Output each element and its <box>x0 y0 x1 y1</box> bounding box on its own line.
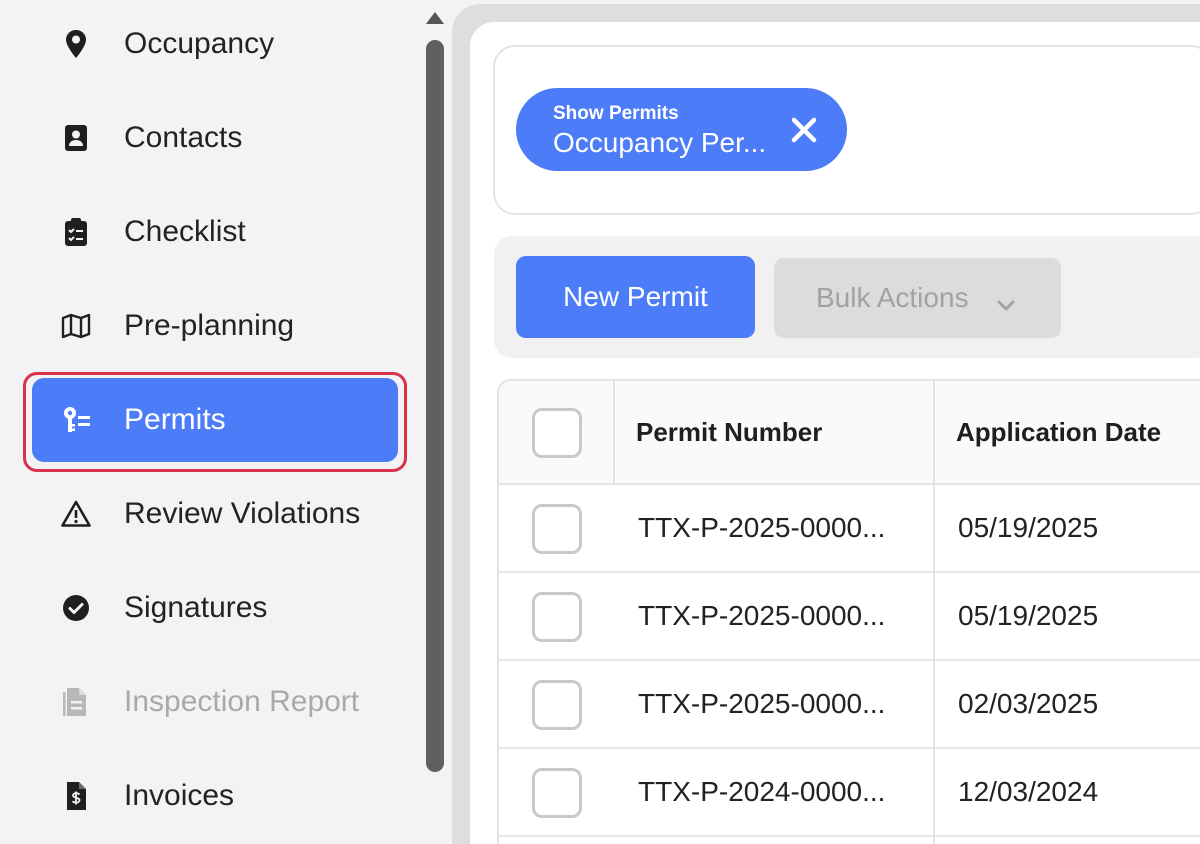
new-permit-button[interactable]: New Permit <box>516 256 755 338</box>
table-row[interactable]: TTX-P-2024-0000... 12/03/2024 <box>499 749 1200 837</box>
permit-number-cell[interactable]: TTX-P-2025-0000... <box>638 512 885 544</box>
application-date-cell: 02/03/2025 <box>958 688 1099 719</box>
invoice-dollar-icon <box>58 778 94 814</box>
application-date-cell: 12/03/2024 <box>958 776 1099 807</box>
sidebar-item-label: Contacts <box>124 121 243 154</box>
row-checkbox[interactable] <box>532 680 582 730</box>
filter-chip-show-permits[interactable]: Show Permits Occupancy Per... <box>516 88 847 171</box>
sidebar-item-label: Review Violations <box>124 497 361 530</box>
column-header-application-date[interactable]: Application Date <box>956 417 1161 448</box>
chevron-down-icon <box>996 288 1016 320</box>
filter-chip-caption: Show Permits <box>553 103 679 124</box>
sidebar-item-label: Inspection Report <box>124 685 360 718</box>
sidebar-item-checklist[interactable]: Checklist <box>32 190 398 274</box>
contact-card-icon <box>58 120 94 156</box>
sidebar: Occupancy Contacts Checklist Pre-plannin… <box>0 0 420 844</box>
scrollbar-thumb[interactable] <box>426 40 444 772</box>
sidebar-item-label: Occupancy <box>124 27 275 60</box>
select-all-checkbox[interactable] <box>532 408 582 458</box>
table-row[interactable]: TTX-P-2025-0000... 05/19/2025 <box>499 485 1200 573</box>
permits-table: Permit Number Application Date TTX-P-202… <box>497 379 1200 844</box>
column-divider <box>613 381 615 485</box>
application-date-cell: 05/19/2025 <box>958 512 1099 543</box>
scroll-up-arrow-icon[interactable] <box>426 12 444 24</box>
check-circle-icon <box>58 590 94 626</box>
sidebar-item-label: Pre-planning <box>124 309 295 342</box>
sidebar-item-review-violations[interactable]: Review Violations <box>32 472 398 556</box>
document-icon <box>58 684 94 720</box>
sidebar-item-permits[interactable]: Permits <box>32 378 398 462</box>
permit-number-cell[interactable]: TTX-P-2025-0000... <box>638 600 885 632</box>
bulk-actions-label: Bulk Actions <box>816 282 969 313</box>
row-checkbox[interactable] <box>532 504 582 554</box>
clipboard-checklist-icon <box>58 214 94 250</box>
sidebar-item-label: Invoices <box>124 779 235 812</box>
permit-number-cell[interactable]: TTX-P-2024-0000... <box>638 776 885 808</box>
sidebar-item-occupancy[interactable]: Occupancy <box>32 2 398 86</box>
bulk-actions-button: Bulk Actions <box>774 258 1061 338</box>
column-header-permit-number[interactable]: Permit Number <box>636 417 822 448</box>
table-row[interactable]: TTX-P-2025-0000... 02/03/2025 <box>499 661 1200 749</box>
row-checkbox[interactable] <box>532 592 582 642</box>
key-list-icon <box>58 402 94 438</box>
sidebar-item-invoices[interactable]: Invoices <box>32 754 398 838</box>
table-row[interactable]: TTX-P-2025-0000... 05/19/2025 <box>499 573 1200 661</box>
close-icon[interactable] <box>784 110 824 150</box>
column-divider <box>933 381 935 844</box>
sidebar-item-label: Checklist <box>124 215 246 248</box>
sidebar-item-signatures[interactable]: Signatures <box>32 566 398 650</box>
sidebar-item-contacts[interactable]: Contacts <box>32 96 398 180</box>
map-pin-icon <box>58 26 94 62</box>
permit-number-cell[interactable]: TTX-P-2025-0000... <box>638 688 885 720</box>
application-date-cell: 05/19/2025 <box>958 600 1099 631</box>
sidebar-item-pre-planning[interactable]: Pre-planning <box>32 284 398 368</box>
table-header: Permit Number Application Date <box>499 381 1200 485</box>
filter-chip-value: Occupancy Per... <box>553 127 767 158</box>
map-icon <box>58 308 94 344</box>
sidebar-item-inspection-report[interactable]: Inspection Report <box>32 660 398 744</box>
warning-triangle-icon <box>58 496 94 532</box>
row-checkbox[interactable] <box>532 768 582 818</box>
sidebar-item-label: Permits <box>124 403 226 436</box>
sidebar-item-label: Signatures <box>124 591 268 624</box>
